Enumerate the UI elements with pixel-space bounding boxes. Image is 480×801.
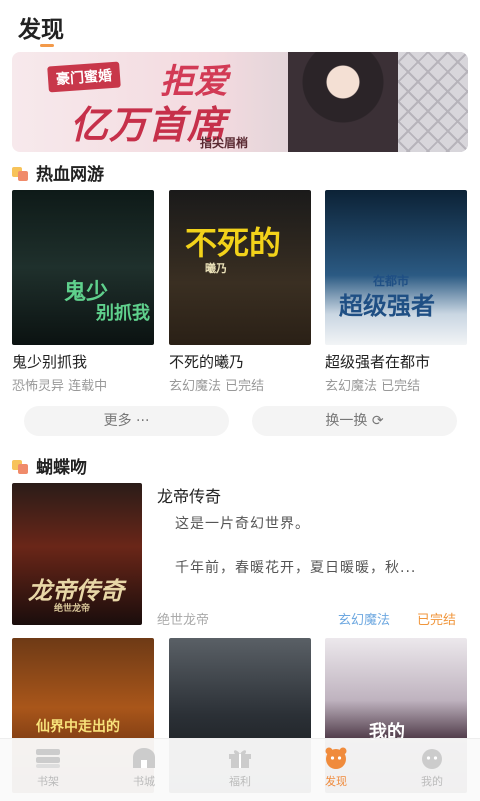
cover-subtitle: 曦乃 (205, 262, 227, 275)
featured-status: 已完结 (417, 613, 457, 628)
bookstore-icon (133, 748, 155, 768)
page-title: 发现 (18, 17, 64, 43)
book-cover: 在都市 超级强者 (325, 190, 467, 345)
section-heading-2: 蝴蝶吻 (12, 453, 87, 478)
cover-title: 不死的 (185, 224, 282, 262)
profile-icon (422, 749, 442, 769)
tab-mine[interactable]: 我的 (384, 739, 480, 801)
section-title-text: 蝴蝶吻 (36, 458, 87, 478)
book-cover: 鬼少 别抓我 (12, 190, 154, 345)
featured-description-2: 千年前，春暖花开，夏日暖暖，秋... (175, 560, 417, 576)
book-card[interactable]: 在都市 超级强者 超级强者在都市 玄幻魔法 已完结 (325, 190, 467, 394)
featured-description-1: 这是一片奇幻世界。 (175, 516, 310, 532)
banner-lattice-decoration (388, 52, 468, 152)
tab-welfare[interactable]: 福利 (192, 739, 288, 801)
tab-label: 福利 (229, 775, 251, 788)
section-title-text: 热血网游 (36, 165, 104, 185)
title-underline (40, 44, 54, 47)
cover-title: 仙界中走出的 (36, 719, 120, 735)
book-meta: 玄幻魔法 已完结 (169, 379, 265, 394)
bookshelf-icon (36, 749, 60, 768)
promo-banner[interactable]: 豪门蜜婚 拒爱 亿万首席 指尖眉梢 (12, 52, 468, 152)
banner-tag: 豪门蜜婚 (47, 61, 121, 93)
book-meta: 恐怖灵异 连载中 (12, 379, 108, 394)
cover-title: 鬼少 (64, 280, 109, 305)
banner-character-image (288, 52, 398, 152)
book-name: 超级强者在都市 (325, 353, 431, 371)
book-meta: 玄幻魔法 已完结 (325, 379, 421, 394)
cover-subtitle: 绝世龙帝 (54, 604, 91, 614)
tab-label: 我的 (421, 775, 443, 788)
tab-label: 发现 (325, 775, 347, 788)
featured-book[interactable]: 龙帝传奇 绝世龙帝 龙帝传奇 这是一片奇幻世界。 千年前，春暖花开，夏日暖暖，秋… (12, 483, 468, 628)
cover-title: 超级强者 (339, 292, 435, 320)
book-card[interactable]: 鬼少 别抓我 鬼少别抓我 恐怖灵异 连载中 (12, 190, 154, 394)
section-mark-icon (12, 167, 28, 181)
featured-title: 龙帝传奇 (157, 487, 222, 506)
bottom-tab-bar: 书架 书城 福利 发现 我的 (0, 738, 480, 801)
book-card[interactable]: 不死的 曦乃 不死的曦乃 玄幻魔法 已完结 (169, 190, 311, 394)
tab-label: 书架 (37, 775, 59, 788)
discover-icon (325, 747, 347, 769)
refresh-button[interactable]: 换一换 ⟳ (252, 406, 457, 436)
tab-bookstore[interactable]: 书城 (96, 739, 192, 801)
book-cover: 不死的 曦乃 (169, 190, 311, 345)
section-mark-icon (12, 460, 28, 474)
banner-author: 指尖眉梢 (200, 136, 249, 150)
tab-label: 书城 (133, 775, 155, 788)
header: 发现 (0, 0, 480, 50)
more-button[interactable]: 更多 ··· (24, 406, 229, 436)
section-heading-1: 热血网游 (12, 160, 104, 185)
featured-category: 玄幻魔法 (338, 613, 391, 628)
tab-bookshelf[interactable]: 书架 (0, 739, 96, 801)
book-cover: 龙帝传奇 绝世龙帝 (12, 483, 142, 625)
gift-icon (229, 750, 251, 768)
book-name: 不死的曦乃 (169, 353, 245, 371)
cover-title-2: 别抓我 (96, 303, 150, 324)
featured-author: 绝世龙帝 (157, 613, 210, 628)
tab-discover[interactable]: 发现 (288, 739, 384, 801)
book-name: 鬼少别抓我 (12, 353, 88, 371)
